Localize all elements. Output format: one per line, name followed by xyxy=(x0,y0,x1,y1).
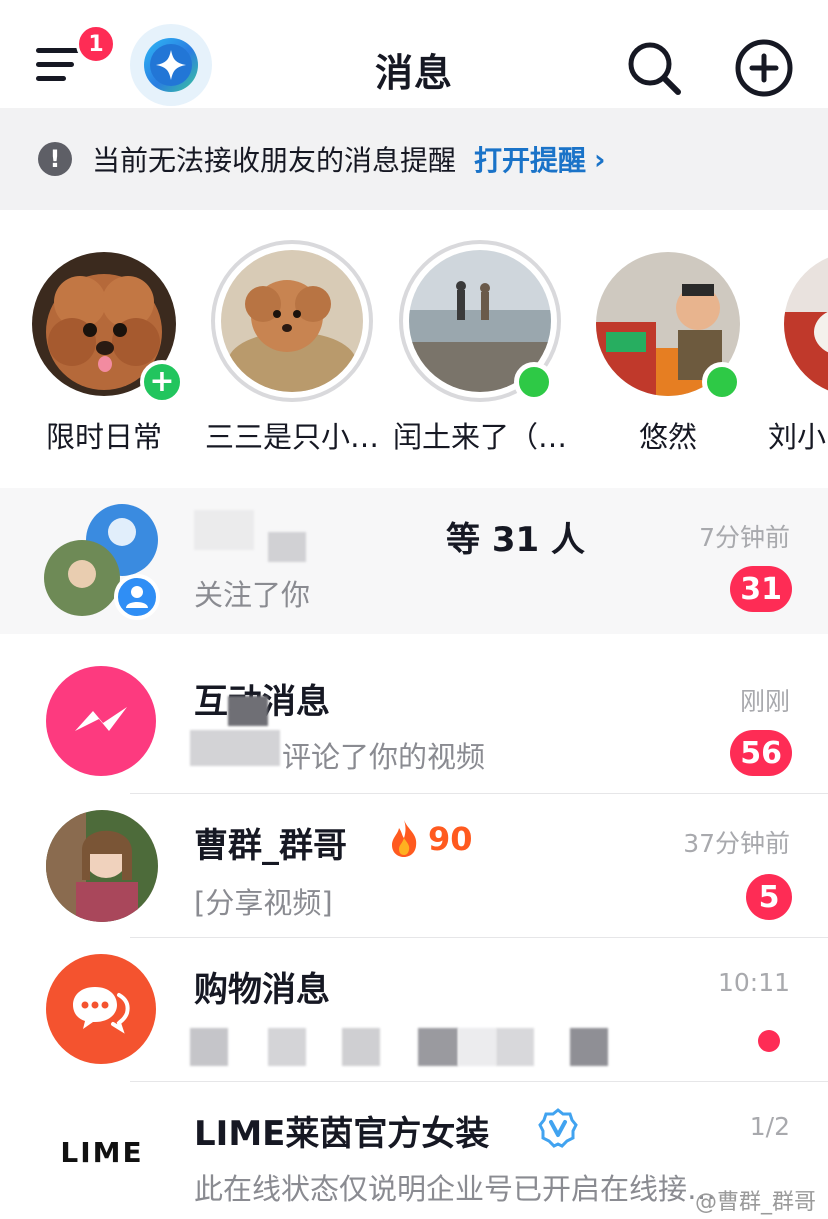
blurred-preview xyxy=(268,1028,306,1066)
unread-count-badge: 5 xyxy=(746,874,792,920)
blurred-preview xyxy=(458,1028,496,1066)
chat-title: 曹群_群哥 xyxy=(194,826,347,866)
chat-row-interactions[interactable]: 互动消息 评论了你的视频 刚刚 56 xyxy=(0,634,828,794)
story-name: 三三是只小… xyxy=(204,420,379,454)
chat-row-friend[interactable]: 曹群_群哥 90 [分享视频] 37分钟前 5 xyxy=(0,794,828,938)
top-bar: 1 消息 xyxy=(0,0,828,108)
story-name: 刘小 xyxy=(768,420,827,454)
info-icon: ! xyxy=(38,142,72,176)
flame-icon xyxy=(388,818,420,858)
plus-circle-icon[interactable] xyxy=(734,38,794,98)
chat-row-new-followers[interactable]: 等 31 人 关注了你 7分钟前 31 xyxy=(0,488,828,634)
story-name: 闰土来了（… xyxy=(392,420,567,454)
online-status-indicator xyxy=(702,362,742,402)
notification-warning-bar: ! 当前无法接收朋友的消息提醒 打开提醒 › xyxy=(0,108,828,210)
blurred-preview xyxy=(342,1028,380,1066)
enable-notifications-link[interactable]: 打开提醒 › xyxy=(474,139,606,179)
blurred-preview xyxy=(570,1028,608,1066)
chat-time: 刚刚 xyxy=(739,687,790,716)
add-story-icon[interactable]: + xyxy=(140,360,184,404)
watermark: @曹群_群哥 xyxy=(694,1190,816,1215)
brand-logo: LIME xyxy=(60,1136,144,1169)
online-status-indicator xyxy=(514,362,554,402)
story-name: 限时日常 xyxy=(45,420,162,454)
chat-subtitle: 评论了你的视频 xyxy=(282,740,486,774)
chevron-right-icon: › xyxy=(594,142,606,176)
avatar xyxy=(784,252,828,396)
blurred-preview xyxy=(496,1028,534,1066)
chat-title: 购物消息 xyxy=(194,970,330,1010)
blurred-name xyxy=(194,510,254,550)
chat-title: 等 31 人 xyxy=(446,520,585,560)
chat-time: 10:11 xyxy=(717,968,790,997)
flame-score: 90 xyxy=(428,820,473,858)
blurred-preview xyxy=(190,1028,228,1066)
chat-time: 1/2 xyxy=(749,1112,790,1141)
avatar xyxy=(221,250,363,392)
notice-text: 当前无法接收朋友的消息提醒 xyxy=(92,144,457,177)
chat-subtitle: [分享视频] xyxy=(194,886,333,920)
blurred-name xyxy=(190,730,280,766)
chat-subtitle: 此在线状态仅说明企业号已开启在线接… xyxy=(194,1172,717,1206)
lightning-chat-icon xyxy=(46,666,156,776)
search-icon[interactable] xyxy=(624,38,684,98)
blurred-preview xyxy=(418,1028,458,1066)
page-title: 消息 xyxy=(374,51,453,95)
verified-icon xyxy=(538,1108,578,1148)
blurred-name xyxy=(228,696,268,726)
blurred-name xyxy=(268,532,306,562)
unread-count-badge: 31 xyxy=(730,566,792,612)
chat-row-shopping[interactable]: 购物消息 10:11 xyxy=(0,938,828,1082)
chat-subtitle: 关注了你 xyxy=(194,578,311,612)
chat-time: 7分钟前 xyxy=(699,523,790,552)
unread-count-badge: 56 xyxy=(730,730,792,776)
story-name: 悠然 xyxy=(638,420,697,454)
unread-dot xyxy=(758,1030,780,1052)
chat-title: LIME莱茵官方女装 xyxy=(194,1114,490,1154)
stories-row: + 限时日常 三三是只小… 闰土来了（… 悠然 刘小 xyxy=(0,210,828,488)
avatar xyxy=(46,810,158,922)
person-icon xyxy=(114,574,160,620)
chat-time: 37分钟前 xyxy=(683,829,790,858)
chat-bubble-icon xyxy=(46,954,156,1064)
notice-action-label: 打开提醒 xyxy=(474,144,587,177)
